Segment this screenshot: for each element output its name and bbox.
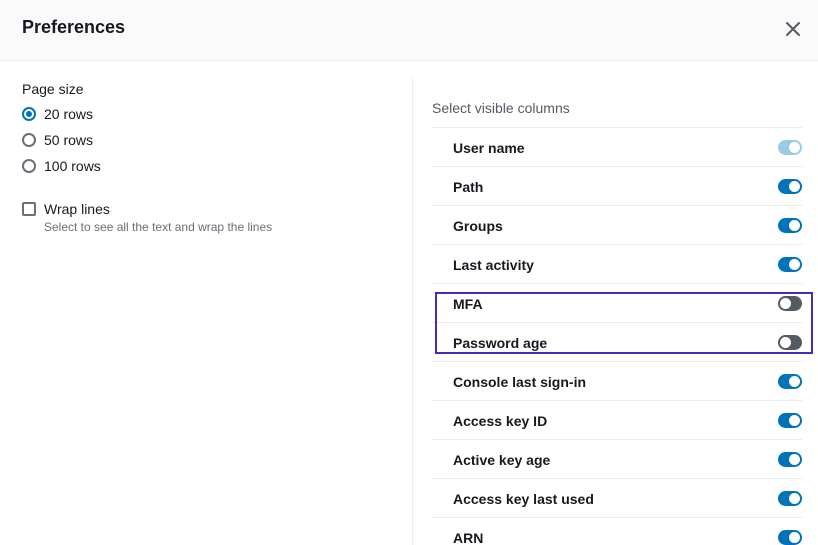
column-label-active-key-age: Active key age bbox=[453, 452, 551, 468]
radio-50-rows[interactable]: 50 rows bbox=[22, 130, 93, 150]
column-row-path: Path bbox=[432, 167, 802, 206]
column-row-access-key-last-used: Access key last used bbox=[432, 479, 802, 518]
column-label-console-last-sign-in: Console last sign-in bbox=[453, 374, 587, 390]
column-label-user-name: User name bbox=[453, 140, 525, 156]
toggle-mfa[interactable] bbox=[778, 296, 802, 311]
wrap-lines-label: Wrap lines bbox=[44, 201, 110, 217]
panel-divider bbox=[412, 77, 413, 545]
visible-columns-title: Select visible columns bbox=[432, 100, 570, 116]
column-label-access-key-last-used: Access key last used bbox=[453, 491, 594, 507]
wrap-lines-description: Select to see all the text and wrap the … bbox=[44, 220, 273, 234]
column-label-last-activity: Last activity bbox=[453, 257, 534, 273]
radio-label-20-rows: 20 rows bbox=[44, 106, 94, 122]
column-row-console-last-sign-in: Console last sign-in bbox=[432, 362, 802, 401]
column-label-groups: Groups bbox=[453, 218, 503, 234]
radio-button-20-rows[interactable] bbox=[22, 107, 36, 121]
radio-button-50-rows[interactable] bbox=[22, 133, 36, 147]
toggle-active-key-age[interactable] bbox=[778, 452, 802, 467]
column-label-password-age: Password age bbox=[453, 335, 548, 351]
radio-button-100-rows[interactable] bbox=[22, 159, 36, 173]
toggle-path[interactable] bbox=[778, 179, 802, 194]
toggle-console-last-sign-in[interactable] bbox=[778, 374, 802, 389]
column-row-active-key-age: Active key age bbox=[432, 440, 802, 479]
toggle-access-key-last-used[interactable] bbox=[778, 491, 802, 506]
close-icon[interactable] bbox=[780, 16, 806, 42]
column-label-arn: ARN bbox=[453, 530, 484, 545]
toggle-password-age[interactable] bbox=[778, 335, 802, 350]
column-row-last-activity: Last activity bbox=[432, 245, 802, 284]
radio-label-100-rows: 100 rows bbox=[44, 158, 101, 174]
column-row-mfa: MFA bbox=[432, 284, 802, 323]
dialog-header: Preferences bbox=[0, 0, 818, 61]
column-row-user-name: User name bbox=[432, 128, 802, 167]
toggle-access-key-id[interactable] bbox=[778, 413, 802, 428]
column-row-password-age: Password age bbox=[432, 323, 802, 362]
radio-100-rows[interactable]: 100 rows bbox=[22, 156, 101, 176]
toggle-last-activity[interactable] bbox=[778, 257, 802, 272]
dialog-title: Preferences bbox=[22, 17, 126, 37]
preferences-dialog: Preferences Page size 20 rows 50 rows 10… bbox=[0, 0, 818, 545]
page-size-label: Page size bbox=[22, 81, 84, 97]
column-label-access-key-id: Access key ID bbox=[453, 413, 548, 429]
column-label-path: Path bbox=[453, 179, 484, 195]
radio-label-50-rows: 50 rows bbox=[44, 132, 94, 148]
column-row-groups: Groups bbox=[432, 206, 802, 245]
column-row-arn: ARN bbox=[432, 518, 802, 545]
wrap-lines-option[interactable]: Wrap lines bbox=[22, 200, 110, 218]
column-row-access-key-id: Access key ID bbox=[432, 401, 802, 440]
toggle-arn[interactable] bbox=[778, 530, 802, 545]
radio-20-rows[interactable]: 20 rows bbox=[22, 104, 93, 124]
column-label-mfa: MFA bbox=[453, 296, 483, 312]
toggle-user-name bbox=[778, 140, 802, 155]
toggle-groups[interactable] bbox=[778, 218, 802, 233]
wrap-lines-checkbox[interactable] bbox=[22, 202, 36, 216]
